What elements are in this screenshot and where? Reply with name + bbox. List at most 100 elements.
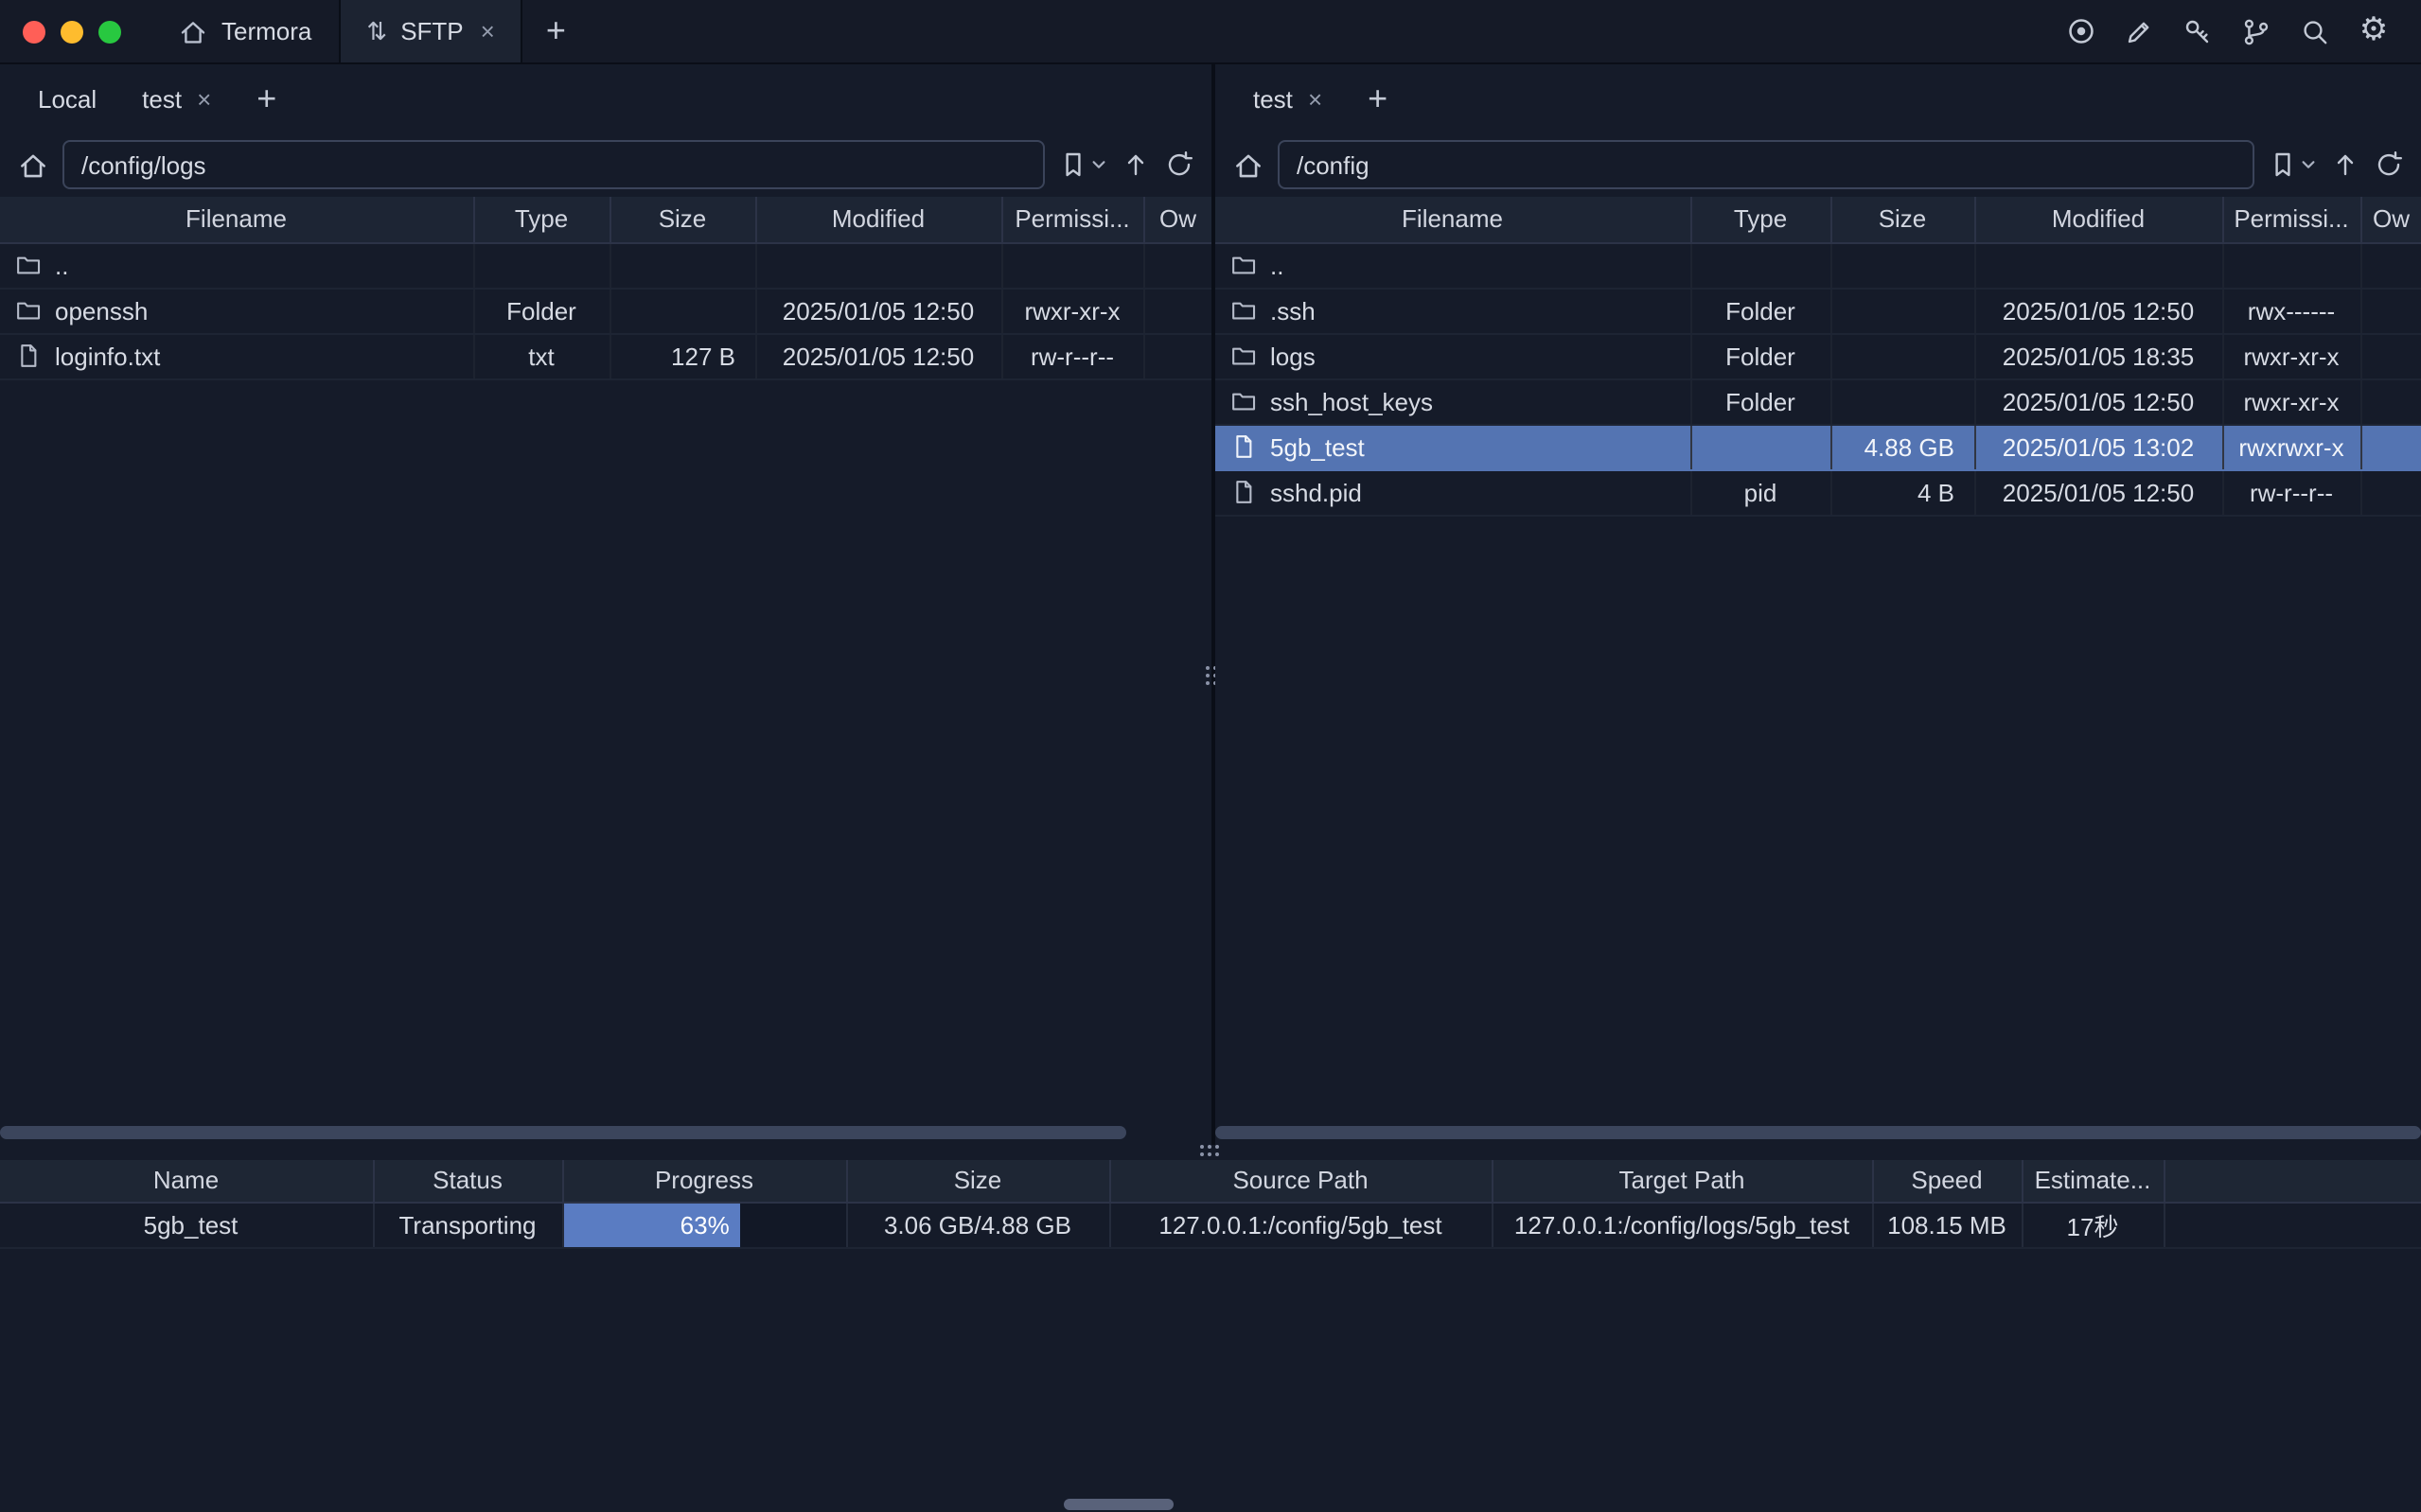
cell-speed: 108.15 MB	[1872, 1202, 2022, 1247]
file-row-sshd-pid[interactable]: sshd.pid pid 4 B 2025/01/05 12:50 rw-r--…	[1215, 469, 2421, 515]
transfer-panel-splitter[interactable]	[0, 1145, 2421, 1160]
file-row-ssh[interactable]: .ssh Folder 2025/01/05 12:50 rwx------	[1215, 288, 2421, 333]
cell-type: Folder	[473, 288, 610, 333]
close-icon[interactable]: ×	[197, 84, 211, 113]
cell-permissions: rwxr-xr-x	[2222, 378, 2360, 424]
bottom-scrollbar-thumb[interactable]	[1064, 1499, 1174, 1510]
tab-test-right[interactable]: test ×	[1230, 64, 1345, 132]
horizontal-scrollbar[interactable]	[1215, 1126, 2421, 1141]
bookmark-icon[interactable]	[2268, 149, 2317, 180]
remote-pane-tabs: test × +	[1215, 64, 2421, 132]
tab-sftp[interactable]: ⇅ SFTP ×	[338, 0, 522, 62]
cell-owner	[1143, 333, 1211, 378]
refresh-icon[interactable]	[2374, 149, 2404, 180]
col-estimate[interactable]: Estimate...	[2022, 1160, 2164, 1202]
col-owner[interactable]: Ow	[1143, 197, 1211, 242]
col-filename[interactable]: Filename	[1215, 197, 1690, 242]
path-input[interactable]	[1278, 140, 2254, 189]
key-icon[interactable]	[2181, 14, 2215, 48]
col-progress[interactable]: Progress	[562, 1160, 846, 1202]
col-permissions[interactable]: Permissi...	[2222, 197, 2360, 242]
pencil-icon[interactable]	[2122, 14, 2156, 48]
col-filename[interactable]: Filename	[0, 197, 473, 242]
tab-local[interactable]: Local	[15, 64, 119, 132]
file-icon	[1230, 433, 1257, 460]
cell-modified: 2025/01/05 12:50	[1974, 288, 2222, 333]
col-owner[interactable]: Ow	[2360, 197, 2421, 242]
col-status[interactable]: Status	[373, 1160, 562, 1202]
home-icon[interactable]	[17, 149, 49, 181]
close-window-button[interactable]	[23, 20, 45, 43]
cell-type: txt	[473, 333, 610, 378]
col-modified[interactable]: Modified	[755, 197, 1001, 242]
parent-directory-icon[interactable]	[2330, 149, 2360, 180]
col-target-path[interactable]: Target Path	[1492, 1160, 1872, 1202]
col-source-path[interactable]: Source Path	[1109, 1160, 1492, 1202]
parent-directory-icon[interactable]	[1121, 149, 1151, 180]
file-row-5gb-test-selected[interactable]: 5gb_test 4.88 GB 2025/01/05 13:02 rwxrwx…	[1215, 424, 2421, 469]
refresh-icon[interactable]	[1164, 149, 1194, 180]
col-size[interactable]: Size	[1830, 197, 1974, 242]
col-modified[interactable]: Modified	[1974, 197, 2222, 242]
folder-icon	[1230, 388, 1257, 414]
home-icon[interactable]	[1232, 149, 1264, 181]
close-icon[interactable]: ×	[1308, 84, 1322, 113]
tab-test-left[interactable]: test ×	[119, 64, 234, 132]
cell-modified: 2025/01/05 13:02	[1974, 424, 2222, 469]
cell-size	[1830, 333, 1974, 378]
transfer-panel-empty-area	[0, 1248, 2421, 1512]
cell-modified: 2025/01/05 12:50	[1974, 378, 2222, 424]
close-icon[interactable]: ×	[481, 17, 495, 45]
cell-size	[610, 288, 755, 333]
new-tab-button[interactable]: +	[523, 0, 589, 62]
filename-text: openssh	[55, 296, 148, 325]
file-table-header: Filename Type Size Modified Permissi... …	[0, 197, 1211, 242]
tab-termora-label: Termora	[221, 17, 311, 45]
cell-owner	[1143, 288, 1211, 333]
tab-termora[interactable]: Termora	[151, 0, 338, 62]
remote-pane: test × + Filename Type Size Modified	[1215, 64, 2421, 1145]
file-row-parent[interactable]: ..	[0, 242, 1211, 288]
filename-text: sshd.pid	[1270, 478, 1362, 506]
col-size[interactable]: Size	[846, 1160, 1109, 1202]
file-row-logs[interactable]: logs Folder 2025/01/05 18:35 rwxr-xr-x	[1215, 333, 2421, 378]
add-tab-button[interactable]: +	[234, 79, 299, 118]
path-input[interactable]	[62, 140, 1045, 189]
filename-text: ..	[1270, 251, 1283, 279]
file-row-ssh-host-keys[interactable]: ssh_host_keys Folder 2025/01/05 12:50 rw…	[1215, 378, 2421, 424]
tab-sftp-label: SFTP	[400, 17, 463, 45]
col-permissions[interactable]: Permissi...	[1001, 197, 1143, 242]
cell-owner	[2360, 469, 2421, 515]
folder-icon	[15, 297, 42, 324]
cell-size	[1830, 288, 1974, 333]
horizontal-scrollbar[interactable]	[0, 1126, 1211, 1141]
col-speed[interactable]: Speed	[1872, 1160, 2022, 1202]
cell-owner	[2360, 378, 2421, 424]
gear-icon[interactable]: ⚙	[2357, 14, 2391, 48]
cell-name: 5gb_test	[0, 1202, 373, 1247]
cell-permissions: rwxr-xr-x	[1001, 288, 1143, 333]
search-icon[interactable]	[2298, 14, 2332, 48]
record-icon[interactable]	[2063, 14, 2097, 48]
home-icon	[178, 16, 208, 46]
zoom-window-button[interactable]	[98, 20, 121, 43]
col-size[interactable]: Size	[610, 197, 755, 242]
col-name[interactable]: Name	[0, 1160, 373, 1202]
file-row-parent[interactable]: ..	[1215, 242, 2421, 288]
col-type[interactable]: Type	[1690, 197, 1830, 242]
transfer-row-5gb-test[interactable]: 5gb_test Transporting 63% 3.06 GB/4.88 G…	[0, 1202, 2421, 1247]
bookmark-icon[interactable]	[1058, 149, 1107, 180]
file-row-loginfo[interactable]: loginfo.txt txt 127 B 2025/01/05 12:50 r…	[0, 333, 1211, 378]
splitter-grip-icon	[1199, 1145, 1222, 1160]
branch-icon[interactable]	[2239, 14, 2273, 48]
file-row-openssh[interactable]: openssh Folder 2025/01/05 12:50 rwxr-xr-…	[0, 288, 1211, 333]
cell-type	[1690, 242, 1830, 288]
tab-local-label: Local	[38, 84, 97, 113]
progress-label: 63%	[680, 1210, 730, 1239]
add-tab-button[interactable]: +	[1345, 79, 1410, 118]
cell-type: Folder	[1690, 333, 1830, 378]
minimize-window-button[interactable]	[61, 20, 83, 43]
col-type[interactable]: Type	[473, 197, 610, 242]
cell-spacer	[2164, 1202, 2421, 1247]
transfer-arrows-icon: ⇅	[366, 16, 387, 46]
